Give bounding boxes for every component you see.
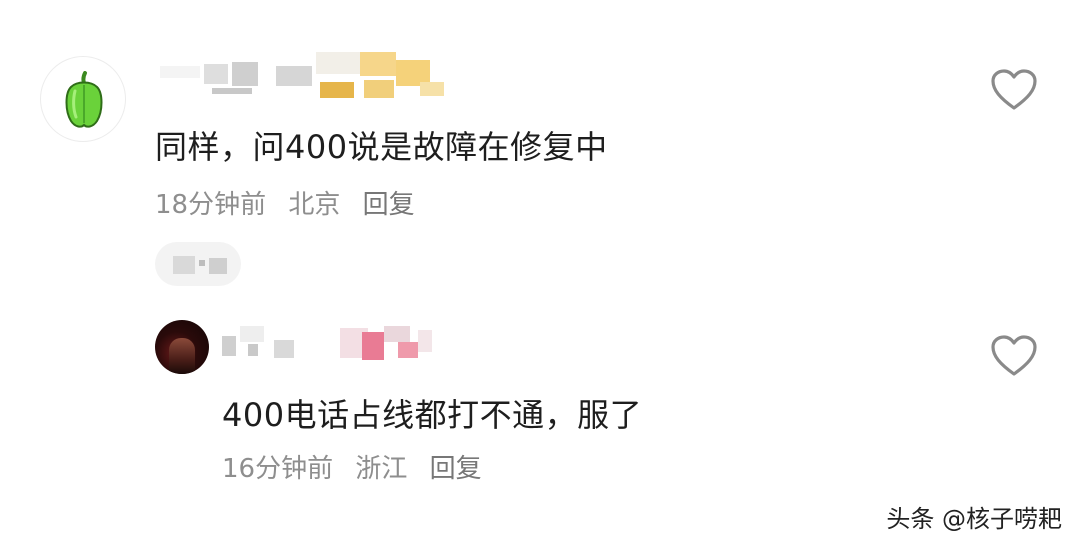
heart-outline-icon [991, 69, 1037, 110]
reply-location: 浙江 [355, 454, 408, 484]
comment-meta: 18分钟前 北京 回复 [155, 184, 429, 221]
collapsed-replies-pill[interactable] [155, 242, 241, 286]
watermark: 头条 @核子唠耙 [886, 505, 1062, 533]
comment-time: 18分钟前 [155, 190, 267, 220]
comment-location: 北京 [288, 190, 341, 220]
comment-text: 同样，问400说是故障在修复中 [155, 128, 608, 166]
green-pepper-icon [65, 71, 103, 128]
heart-outline-icon [991, 335, 1037, 376]
reply-meta: 16分钟前 浙江 回复 [222, 448, 496, 485]
reply-button[interactable]: 回复 [363, 190, 415, 220]
avatar[interactable] [40, 56, 126, 142]
reply-time: 16分钟前 [222, 454, 334, 484]
like-button[interactable] [990, 68, 1038, 116]
reply-like-button[interactable] [990, 334, 1038, 382]
reply-username-blurred[interactable] [222, 322, 442, 366]
username-blurred[interactable] [160, 52, 460, 102]
reply-text: 400电话占线都打不通，服了 [222, 396, 643, 434]
reply-reply-button[interactable]: 回复 [430, 454, 482, 484]
reply-avatar[interactable] [155, 320, 209, 374]
